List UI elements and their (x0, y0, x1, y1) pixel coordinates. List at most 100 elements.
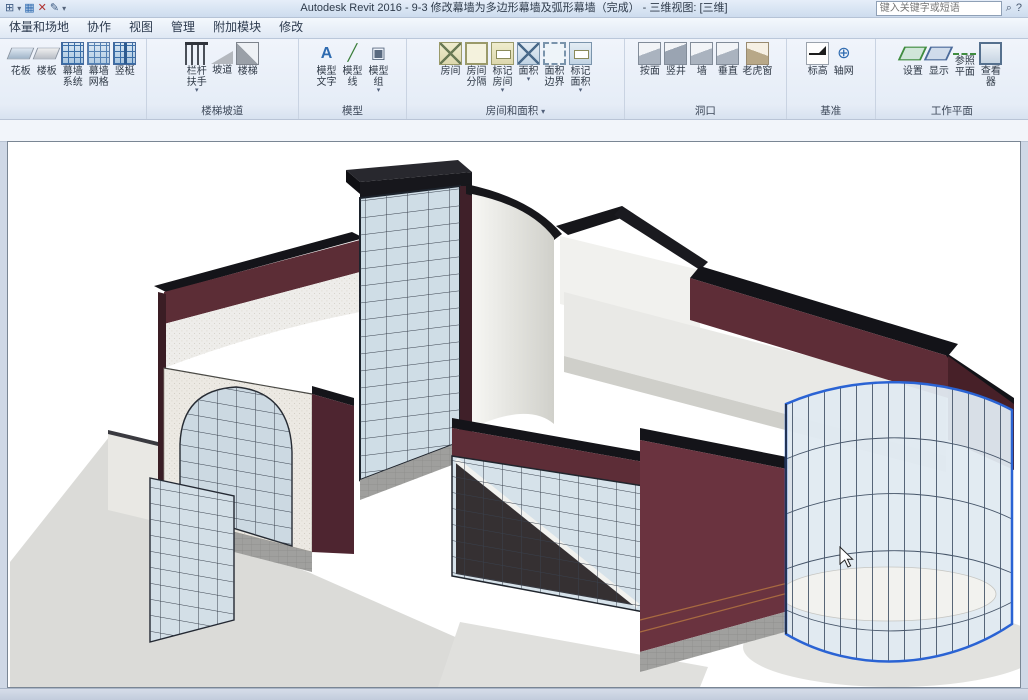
ribbon-button-show-workplane[interactable]: 显示 (926, 41, 951, 78)
button-label: 标记房间 (491, 66, 514, 88)
caret-down-icon[interactable]: ▾ (17, 4, 21, 13)
curtain-tower-grid (360, 186, 460, 480)
tab-manage[interactable]: 管理 (162, 16, 204, 38)
ribbon-tab-bar: 体量和场地 协作 视图 管理 附加模块 修改 (0, 18, 1028, 39)
ribbon-button-curtain-grid[interactable]: 幕墙网格 (86, 41, 111, 89)
ribbon-button-ceiling[interactable]: 花板 (8, 41, 33, 78)
ribbon-button-ref-plane[interactable]: 参照平面 (952, 41, 977, 79)
button-label: 幕墙网格 (87, 66, 110, 88)
window-bottom-edge (0, 688, 1028, 700)
3d-view-canvas[interactable] (7, 141, 1021, 688)
button-label: 幕墙系统 (61, 66, 84, 88)
button-label: 显示 (929, 66, 949, 77)
panel-label-build (0, 104, 146, 119)
ramp-icon (211, 51, 233, 64)
ribbon-button-railing[interactable]: 栏杆扶手 ▾ (184, 41, 209, 95)
button-label: 竖井 (666, 66, 686, 77)
grid-axis-icon: ⊕ (832, 42, 855, 65)
ribbon-button-tag-area[interactable]: 标记面积 ▾ (568, 41, 593, 95)
tag-room-icon (491, 42, 514, 65)
button-label: 标高 (808, 66, 828, 77)
3d-model-drawing (8, 142, 1020, 687)
curved-curtain-mullions-v (786, 372, 1014, 677)
window-tile-icon[interactable]: ⊞ (5, 1, 14, 16)
tab-modify[interactable]: 修改 (270, 16, 312, 38)
ribbon-button-stair[interactable]: 楼梯 (235, 41, 260, 78)
button-label: 参照平面 (953, 56, 976, 78)
button-label: 竖梃 (115, 66, 135, 77)
curtain-grid-lower-left (150, 478, 234, 642)
ribbon-button-curtain-system[interactable]: 幕墙系统 (60, 41, 85, 89)
tab-collaborate[interactable]: 协作 (78, 16, 120, 38)
model-line-icon: ╱ (341, 42, 364, 65)
tab-addins[interactable]: 附加模块 (204, 16, 270, 38)
button-label: 面积边界 (543, 66, 566, 88)
ribbon-button-area-boundary[interactable]: 面积边界 (542, 41, 567, 89)
ribbon-button-grid[interactable]: ⊕ 轴网 (831, 41, 856, 78)
ribbon-button-shaft-opening[interactable]: 竖井 (663, 41, 688, 78)
maroon-pier[interactable] (312, 394, 354, 554)
set-workplane-icon (898, 47, 927, 61)
button-label: 房间 (440, 66, 460, 77)
button-label: 模型组 (367, 66, 390, 88)
ribbon-panel-circulation: 栏杆扶手 ▾ 坡道 楼梯 楼梯坡道 (147, 39, 299, 119)
button-label: 楼梯 (238, 66, 258, 77)
ribbon-panel-opening: 按面 竖井 墙 垂直 老虎窗 洞口 (625, 39, 787, 119)
ribbon-button-vertical-opening[interactable]: 垂直 (715, 41, 740, 78)
ribbon-panel-room-area: 房间 房间分隔 标记房间 ▾ 面积 ▾ 面积边界 标记面积 (407, 39, 625, 119)
close-hidden-views-icon[interactable]: ✕ (38, 1, 47, 16)
panel-label-room-area[interactable]: 房间和面积 ▾ (407, 104, 624, 119)
ribbon-panel-build: 花板 楼板 幕墙系统 幕墙网格 竖梃 (0, 39, 147, 119)
ribbon-button-area[interactable]: 面积 ▾ (516, 41, 541, 84)
ribbon-panel-model: A 模型文字 ╱ 模型线 ▣ 模型组 ▾ 模型 (299, 39, 407, 119)
area-boundary-icon (543, 42, 566, 65)
ribbon-button-model-text[interactable]: A 模型文字 (314, 41, 339, 89)
show-workplane-icon (924, 47, 953, 61)
curved-white-wall[interactable] (472, 194, 554, 428)
caret-down-icon: ▾ (377, 88, 381, 94)
wall-opening-icon (690, 42, 713, 65)
ribbon-button-mullion[interactable]: 竖梃 (112, 41, 137, 78)
caret-down-icon: ▾ (195, 88, 199, 94)
tab-view[interactable]: 视图 (120, 16, 162, 38)
info-center: ⌕ ? (876, 1, 1022, 16)
button-label: 设置 (903, 66, 923, 77)
dormer-opening-icon (746, 42, 769, 65)
opening-by-face-icon (638, 42, 661, 65)
ribbon-button-set-workplane[interactable]: 设置 (900, 41, 925, 78)
ribbon-button-viewer[interactable]: 查看器 (978, 41, 1003, 89)
quick-access-toolbar: ⊞ ▾ ▦ ✕ ✎ ▾ (0, 1, 66, 16)
ribbon-button-floor[interactable]: 楼板 (34, 41, 59, 78)
ribbon-button-room[interactable]: 房间 (438, 41, 463, 78)
tab-massing-site[interactable]: 体量和场地 (0, 16, 78, 38)
button-label: 楼板 (37, 66, 57, 77)
ribbon-button-ramp[interactable]: 坡道 (210, 41, 234, 77)
ribbon-button-wall-opening[interactable]: 墙 (689, 41, 714, 78)
area-icon (517, 42, 540, 65)
panel-label-circulation: 楼梯坡道 (147, 104, 298, 119)
ribbon-panel-datum: 标高 ⊕ 轴网 基准 (787, 39, 876, 119)
search-input[interactable] (876, 1, 1002, 16)
ribbon-button-opening-by-face[interactable]: 按面 (637, 41, 662, 78)
ribbon-button-dormer-opening[interactable]: 老虎窗 (741, 41, 773, 78)
reference-plane-icon (953, 53, 976, 55)
ribbon: 花板 楼板 幕墙系统 幕墙网格 竖梃 栏 (0, 39, 1028, 120)
panel-dropdown-caret[interactable]: ▾ (541, 107, 545, 116)
view-table-icon[interactable]: ▦ (24, 1, 34, 16)
ceiling-icon (7, 48, 35, 60)
ribbon-button-room-separator[interactable]: 房间分隔 (464, 41, 489, 89)
ribbon-button-model-line[interactable]: ╱ 模型线 (340, 41, 365, 89)
tag-area-icon (569, 42, 592, 65)
panel-label-model: 模型 (299, 104, 406, 119)
shaft-opening-icon (664, 42, 687, 65)
model-group-icon: ▣ (367, 42, 390, 65)
ribbon-button-tag-room[interactable]: 标记房间 ▾ (490, 41, 515, 95)
ribbon-button-level[interactable]: 标高 (805, 41, 830, 78)
caret-down-icon: ▾ (579, 88, 583, 94)
edit-view-icon[interactable]: ✎ (50, 1, 59, 16)
room-icon (439, 42, 462, 65)
qat-customize-caret[interactable]: ▾ (62, 4, 66, 13)
help-icon[interactable]: ? (1016, 1, 1022, 16)
search-icon[interactable]: ⌕ (1006, 1, 1012, 16)
ribbon-button-model-group[interactable]: ▣ 模型组 ▾ (366, 41, 391, 95)
